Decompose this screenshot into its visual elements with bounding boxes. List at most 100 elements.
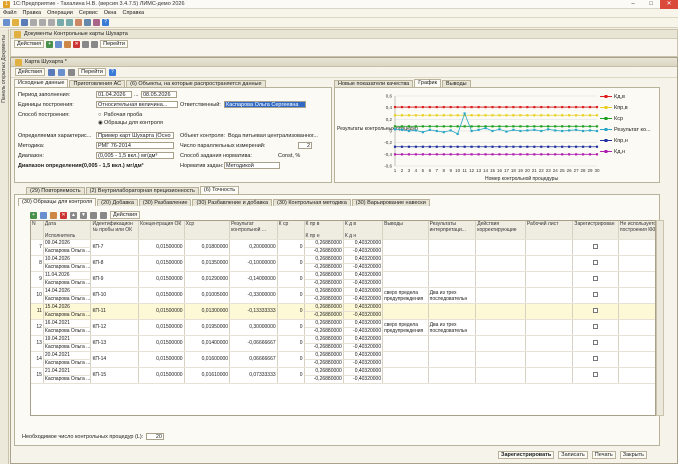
parallel-field[interactable]: 2 [298,142,312,149]
cell-kd-v[interactable]: 0,40320000 [343,367,384,376]
delete-row-icon[interactable]: ✕ [60,211,67,219]
registered-checkbox[interactable] [593,276,599,282]
cell-corrective[interactable] [475,351,526,368]
cell-registered[interactable] [572,287,619,304]
minimize-icon[interactable]: – [624,0,642,9]
cell-xcp[interactable]: 0,01800000 [184,239,231,256]
cell-not-used[interactable] [618,319,655,336]
edit-row-icon[interactable] [50,211,57,219]
refresh-icon[interactable] [91,40,99,48]
col-kd[interactable]: К д вК д н [343,221,384,240]
cell-conc[interactable]: 0,01500000 [138,335,185,352]
cell-xcp[interactable]: 0,01600000 [184,351,231,368]
cell-kcp[interactable]: 0 [277,255,305,272]
col-conclusions[interactable]: Выводы [382,221,429,240]
cell-not-used[interactable] [618,367,655,384]
cell-result[interactable]: -0,10000000 [229,255,278,272]
col-not-used[interactable]: Не используется для построения ККШ [618,221,655,240]
new-doc-icon[interactable] [3,19,10,26]
cell-conc[interactable]: 0,01500000 [138,303,185,320]
find-icon[interactable] [75,19,82,26]
cell-id[interactable]: КП-9 [90,271,140,288]
cell-id[interactable]: КП-14 [90,351,140,368]
cell-kd-n[interactable]: -0,40320000 [343,327,384,336]
col-xcp[interactable]: Хср [184,221,231,240]
cell-corrective[interactable] [475,271,526,288]
tab-dilution-additive[interactable]: (30) Разбавление и добавка [192,199,273,206]
range-field[interactable]: (0,005 - 1,5 вкл.) мг/дм³ [96,152,174,159]
cell-kd-v[interactable]: 0,40320000 [343,271,384,280]
cell-conc[interactable]: 0,01500000 [138,351,185,368]
cell-executor[interactable]: Каспарова Ольга ... [43,295,92,304]
cell-kpr-n[interactable]: -0,26880000 [304,311,344,320]
cell-kd-v[interactable]: 0,40320000 [343,319,384,328]
cell-kd-n[interactable]: -0,40320000 [343,343,384,352]
cell-date[interactable]: 11.04.2026 [43,271,92,280]
structure-icon[interactable] [68,68,76,76]
cell-interpretation[interactable] [428,303,477,320]
form-goto-button[interactable]: Перейти [78,68,106,76]
cell-id[interactable]: КП-7 [90,239,140,256]
table-row[interactable]: 13 19.04.2021 КП-13 0,01500000 0,0140000… [31,335,655,352]
cell-kd-v[interactable]: 0,40320000 [343,351,384,360]
cell-date[interactable]: 15.04.2026 [43,303,92,312]
table-row[interactable]: 10 14.04.2026 КП-10 0,01500000 0,0100500… [31,287,655,304]
cell-kd-v[interactable]: 0,40320000 [343,335,384,344]
cell-xcp[interactable]: 0,01400000 [184,335,231,352]
cell-kd-v[interactable]: 0,40320000 [343,303,384,312]
table-row[interactable]: 7 09.04.2026 КП-7 0,01500000 0,01800000 … [31,239,655,256]
cell-kpr-v[interactable]: 0,26880000 [304,271,344,280]
cell-worksheet[interactable] [525,239,574,256]
cell-conc[interactable]: 0,01500000 [138,287,185,304]
menu-file[interactable]: Файл [3,10,17,16]
edit-icon[interactable] [64,40,72,48]
cell-worksheet[interactable] [525,303,574,320]
filter-icon[interactable] [82,40,90,48]
registered-checkbox[interactable] [593,356,599,362]
cell-interpretation[interactable] [428,351,477,368]
cell-registered[interactable] [572,319,619,336]
cell-not-used[interactable] [618,287,655,304]
cell-xcp[interactable]: 0,01005000 [184,287,231,304]
save-icon[interactable] [48,68,56,76]
needed-count-field[interactable]: 20 [146,433,164,440]
cell-kd-n[interactable]: -0,40320000 [343,311,384,320]
col-kcp[interactable]: К ср [277,221,305,240]
cell-not-used[interactable] [618,303,655,320]
cell-kpr-v[interactable]: 0,26880000 [304,239,344,248]
cell-id[interactable]: КП-8 [90,255,140,272]
tab-additive[interactable]: (20) Добавка [97,199,138,206]
menu-service[interactable]: Сервис [79,10,98,16]
cell-interpretation[interactable] [428,367,477,384]
cell-interpretation[interactable] [428,271,477,288]
cell-date[interactable]: 20.04.2021 [43,351,92,360]
tab-control-method[interactable]: (30) Контрольная методика [273,199,351,206]
cell-kcp[interactable]: 0 [277,239,305,256]
cell-executor[interactable]: Каспарова Ольга ... [43,327,92,336]
cell-kd-v[interactable]: 0,40320000 [343,255,384,264]
registered-checkbox[interactable] [593,324,599,330]
col-corrective[interactable]: Действия корректирующие [475,221,526,240]
cell-conclusions[interactable] [382,303,429,320]
cell-conclusions[interactable] [382,367,429,384]
cell-kpr-n[interactable]: -0,26880000 [304,263,344,272]
registered-checkbox[interactable] [593,292,599,298]
cell-interpretation[interactable] [428,255,477,272]
cell-date[interactable]: 21.04.2021 [43,367,92,376]
cell-not-used[interactable] [618,271,655,288]
table-row[interactable]: 9 11.04.2026 КП-9 0,01500000 0,01290000 … [31,271,655,288]
cell-kpr-n[interactable]: -0,26880000 [304,279,344,288]
norm-set-field[interactable]: Методикой [224,162,280,169]
col-kpr[interactable]: К пр вК пр н [304,221,344,240]
col-interpretation[interactable]: Результаты интерпретаци... [428,221,477,240]
cell-kd-n[interactable]: -0,40320000 [343,279,384,288]
cell-registered[interactable] [572,255,619,272]
cell-registered[interactable] [572,239,619,256]
cell-date[interactable]: 19.04.2021 [43,335,92,344]
cell-n[interactable]: 10 [31,287,44,304]
cell-worksheet[interactable] [525,287,574,304]
cell-corrective[interactable] [475,319,526,336]
list-actions-button[interactable]: Действия [14,40,45,48]
save-button[interactable]: Записать [558,451,588,459]
cell-registered[interactable] [572,271,619,288]
